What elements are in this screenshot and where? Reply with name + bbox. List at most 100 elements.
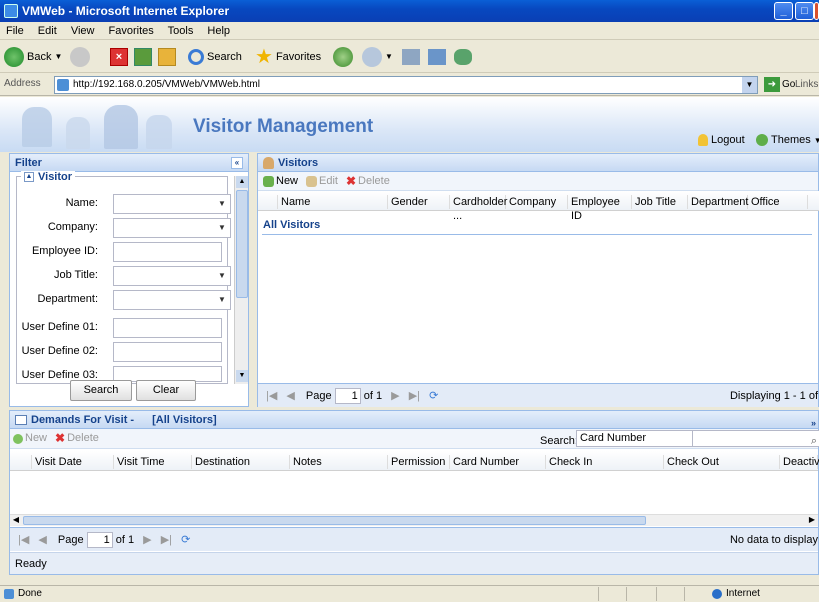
last-page-icon[interactable]: ▶| — [409, 390, 420, 402]
address-dropdown-icon[interactable]: ▼ — [742, 77, 757, 93]
go-arrow-icon: ➜ — [764, 77, 780, 92]
messenger-button[interactable] — [454, 47, 472, 67]
company-combobox[interactable]: ▼ — [113, 218, 231, 238]
column-header[interactable]: Company — [506, 195, 568, 209]
refresh-icon[interactable]: ⟳ — [181, 534, 190, 546]
column-header[interactable]: Visit Time — [114, 455, 192, 469]
collapse-left-icon[interactable]: « — [231, 157, 243, 169]
menu-help[interactable]: Help — [207, 25, 230, 37]
chevron-down-icon[interactable]: ▼ — [214, 219, 230, 237]
scroll-down-icon[interactable]: ▼ — [236, 370, 248, 382]
links-label[interactable]: Links — [795, 79, 818, 90]
favorites-button[interactable]: ★ Favorites — [255, 47, 321, 67]
delete-visitor-button[interactable]: ✖ Delete — [346, 172, 390, 191]
menu-favorites[interactable]: Favorites — [109, 25, 154, 37]
forward-button[interactable] — [70, 47, 90, 67]
column-header[interactable]: Permission — [388, 455, 450, 469]
prev-page-icon[interactable]: ◀ — [286, 390, 294, 402]
column-header[interactable]: Cardholder ... — [450, 195, 507, 222]
edit-page-button[interactable] — [428, 47, 446, 67]
address-input[interactable]: http://192.168.0.205/VMWeb/VMWeb.html ▼ — [54, 76, 758, 94]
menu-tools[interactable]: Tools — [168, 25, 194, 37]
stop-button[interactable]: × — [110, 47, 128, 67]
menu-bar: File Edit View Favorites Tools Help — [0, 22, 819, 40]
next-page-icon[interactable]: ▶ — [391, 390, 399, 402]
themes-button[interactable]: Themes ▼ — [756, 134, 819, 146]
go-button[interactable]: ➜ Go — [764, 77, 795, 92]
scroll-thumb[interactable] — [23, 516, 646, 525]
close-button[interactable] — [814, 2, 819, 20]
search-button[interactable]: Search — [70, 380, 132, 401]
column-header[interactable]: Department — [688, 195, 748, 209]
column-header[interactable]: Office — [748, 195, 808, 209]
menu-view[interactable]: View — [71, 25, 95, 37]
minimize-button[interactable]: _ — [774, 2, 793, 20]
employee-id-input[interactable] — [113, 242, 222, 262]
maximize-button[interactable]: □ — [795, 2, 814, 20]
new-visitor-button[interactable]: New — [263, 172, 298, 191]
first-page-icon[interactable]: |◀ — [266, 390, 277, 402]
group-row-all-visitors[interactable]: All Visitors — [262, 219, 812, 235]
collapse-toggle-icon[interactable]: ▲ — [24, 172, 34, 182]
column-header[interactable]: Visit Date — [32, 455, 114, 469]
search-button[interactable]: Search — [188, 47, 242, 67]
last-page-icon[interactable]: ▶| — [161, 534, 172, 546]
column-header[interactable]: Gender — [388, 195, 450, 209]
mail-button[interactable]: ▼ — [362, 47, 393, 67]
menu-file[interactable]: File — [6, 25, 24, 37]
new-demand-button[interactable]: New — [13, 429, 47, 448]
back-button[interactable]: Back ▼ — [4, 47, 62, 67]
user-define-02-input[interactable] — [113, 342, 222, 362]
print-button[interactable] — [402, 47, 420, 67]
column-header[interactable]: Employee ID — [568, 195, 632, 222]
clear-button[interactable]: Clear — [136, 380, 196, 401]
column-header[interactable]: Check In — [546, 455, 664, 469]
visitors-header: Visitors — [258, 154, 818, 172]
search-input[interactable]: ⌕ — [692, 430, 819, 447]
refresh-button[interactable] — [134, 47, 152, 67]
delete-icon: ✖ — [55, 431, 66, 445]
delete-demand-button[interactable]: ✖ Delete — [55, 429, 99, 448]
prev-page-icon[interactable]: ◀ — [38, 534, 46, 546]
scroll-left-icon[interactable]: ◀ — [10, 515, 22, 526]
refresh-icon[interactable]: ⟳ — [429, 390, 438, 402]
window-titlebar[interactable]: VMWeb - Microsoft Internet Explorer _ □ — [0, 0, 819, 22]
user-define-01-input[interactable] — [113, 318, 222, 338]
column-header[interactable]: Check Out — [664, 455, 780, 469]
column-header[interactable]: Deactiva — [780, 455, 819, 469]
scroll-right-icon[interactable]: ▶ — [806, 515, 818, 526]
demands-scope: [All Visitors] — [152, 413, 217, 426]
column-header[interactable]: Card Number — [450, 455, 546, 469]
demands-panel: Demands For Visit - [All Visitors] » New… — [9, 410, 819, 575]
chevron-down-icon[interactable]: ▼ — [214, 291, 230, 309]
edit-visitor-button[interactable]: Edit — [306, 172, 338, 191]
palette-icon — [756, 134, 768, 146]
page-number-input[interactable]: 1 — [334, 388, 361, 405]
search-icon[interactable]: ⌕ — [811, 432, 817, 451]
visitor-fieldset-legend[interactable]: ▲ Visitor — [21, 171, 76, 183]
logout-button[interactable]: Logout — [698, 134, 745, 146]
job-title-combobox[interactable]: ▼ — [113, 266, 231, 286]
department-label: Department: — [37, 293, 98, 305]
next-page-icon[interactable]: ▶ — [143, 534, 151, 546]
column-header[interactable]: Destination — [192, 455, 290, 469]
menu-edit[interactable]: Edit — [38, 25, 57, 37]
department-combobox[interactable]: ▼ — [113, 290, 231, 310]
column-header[interactable]: Job Title — [632, 195, 688, 209]
page-done-icon — [4, 589, 14, 599]
demands-header: Demands For Visit - [All Visitors] » — [10, 411, 818, 429]
history-button[interactable] — [333, 47, 353, 67]
page-number-input[interactable]: 1 — [86, 532, 113, 549]
scroll-thumb[interactable] — [236, 190, 248, 298]
window-title: VMWeb - Microsoft Internet Explorer — [22, 4, 230, 18]
chevron-down-icon[interactable]: ▼ — [214, 267, 230, 285]
column-header[interactable]: Notes — [290, 455, 388, 469]
column-header[interactable]: Name — [278, 195, 388, 209]
chevron-down-icon[interactable]: ▼ — [214, 195, 230, 213]
horizontal-scrollbar[interactable]: ◀ ▶ — [10, 514, 818, 526]
home-button[interactable] — [158, 47, 176, 67]
scroll-up-icon[interactable]: ▲ — [236, 176, 248, 188]
name-combobox[interactable]: ▼ — [113, 194, 231, 214]
first-page-icon[interactable]: |◀ — [18, 534, 29, 546]
filter-scrollbar[interactable]: ▲ ▼ — [234, 176, 248, 384]
